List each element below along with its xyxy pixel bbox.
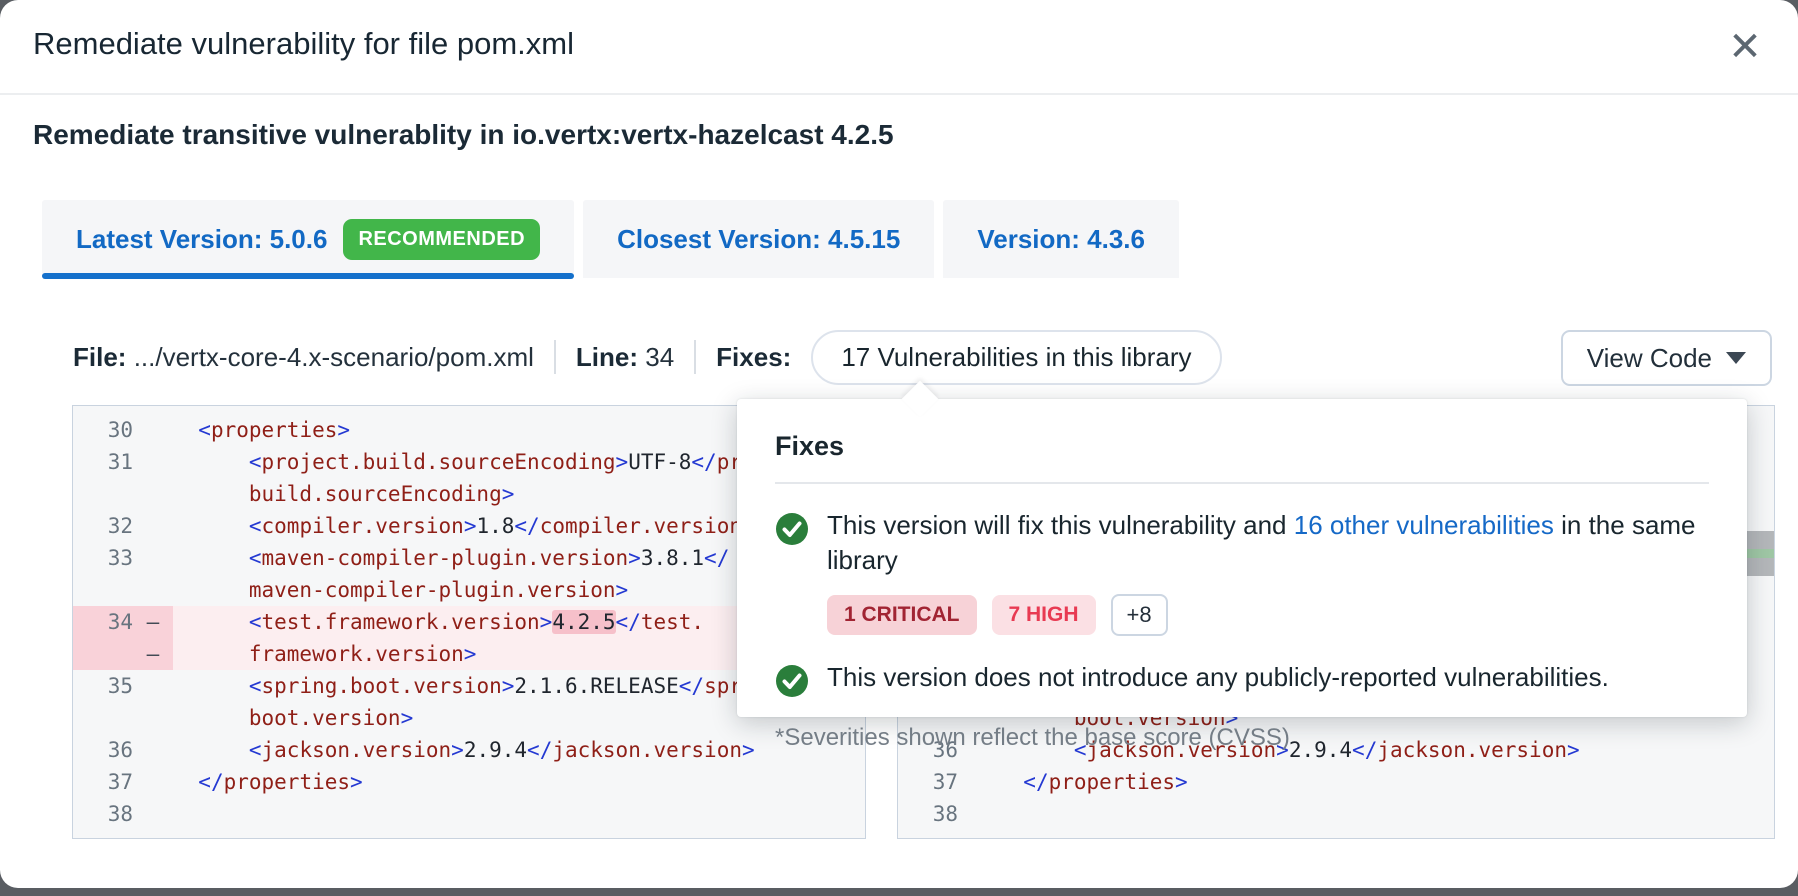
diff-removed-marker [133, 574, 173, 606]
fix-item-2: This version does not introduce any publ… [775, 660, 1709, 698]
recommended-badge: RECOMMENDED [343, 219, 540, 260]
code-line: 36 <jackson.version>2.9.4</jackson.versi… [73, 734, 865, 766]
file-info-row: File: .../vertx-core-4.x-scenario/pom.xm… [73, 330, 1222, 384]
line-number-gutter: 36 [73, 734, 133, 766]
line-number: Line: 34 [576, 342, 674, 373]
line-number-gutter: 34 [73, 606, 133, 638]
check-circle-icon [775, 512, 809, 546]
modal-header: Remediate vulnerability for file pom.xml… [0, 0, 1798, 95]
fix-item-1-text: This version will fix this vulnerability… [827, 508, 1707, 578]
fix-text-pre: This version will fix this vulnerability… [827, 510, 1294, 540]
tab-version-1[interactable]: Latest Version: 5.0.6 RECOMMENDED [42, 200, 574, 278]
remediate-vulnerability-modal: Remediate vulnerability for file pom.xml… [0, 0, 1798, 888]
line-label: Line: [576, 342, 638, 372]
severity-chip-critical: 1 CRITICAL [827, 595, 977, 635]
severity-chip-high: 7 HIGH [992, 595, 1096, 635]
line-number-gutter: 30 [73, 414, 133, 446]
line-number-gutter: 33 [73, 542, 133, 574]
diff-removed-marker [133, 798, 173, 830]
diff-removed-marker [133, 702, 173, 734]
line-number-gutter: 31 [73, 446, 133, 478]
line-number-gutter [73, 638, 133, 670]
diff-removed-marker [133, 542, 173, 574]
line-value: 34 [645, 342, 674, 372]
diff-removed-marker [133, 446, 173, 478]
file-value: .../vertx-core-4.x-scenario/pom.xml [134, 342, 534, 372]
diff-removed-marker [958, 798, 998, 830]
diff-removed-marker: — [133, 638, 173, 670]
line-number-gutter: 38 [898, 798, 958, 830]
divider [694, 340, 696, 374]
severity-chips: 1 CRITICAL 7 HIGH +8 [827, 594, 1709, 636]
line-number-gutter: 32 [73, 510, 133, 542]
diff-removed-marker [133, 510, 173, 542]
code-line: 38 [898, 798, 1774, 830]
code-line: 37 </properties> [73, 766, 865, 798]
diff-removed-marker [133, 734, 173, 766]
line-number-gutter: 38 [73, 798, 133, 830]
file-label: File: [73, 342, 126, 372]
severity-chip-more[interactable]: +8 [1111, 594, 1168, 636]
tab-version-3[interactable]: Version: 4.3.6 [943, 200, 1179, 278]
tab-label: Latest Version: 5.0.6 [76, 224, 327, 255]
diff-removed-marker [133, 478, 173, 510]
cvss-footnote: *Severities shown reflect the base score… [775, 724, 1709, 752]
tab-label: Version: 4.3.6 [977, 224, 1145, 255]
close-icon[interactable]: ✕ [1724, 26, 1766, 68]
divider [775, 482, 1709, 484]
view-code-button[interactable]: View Code [1561, 330, 1772, 386]
scrollbar-thumb[interactable] [1743, 531, 1774, 576]
tab-version-2[interactable]: Closest Version: 4.5.15 [583, 200, 934, 278]
divider [554, 340, 556, 374]
line-number-gutter [73, 478, 133, 510]
diff-removed-marker [958, 766, 998, 798]
view-code-label: View Code [1587, 343, 1712, 374]
code-line: 37 </properties> [898, 766, 1774, 798]
modal-title: Remediate vulnerability for file pom.xml [33, 26, 574, 62]
popover-arrow [902, 381, 939, 418]
code-line: 38 [73, 798, 865, 830]
fix-item-2-text: This version does not introduce any publ… [827, 660, 1609, 695]
vulnerabilities-pill-button[interactable]: 17 Vulnerabilities in this library [811, 330, 1221, 385]
diff-removed-marker: — [133, 606, 173, 638]
tab-label: Closest Version: 4.5.15 [617, 224, 900, 255]
check-circle-icon [775, 664, 809, 698]
chevron-down-icon [1726, 352, 1746, 364]
line-number-gutter: 35 [73, 670, 133, 702]
diff-removed-marker [133, 766, 173, 798]
line-number-gutter: 37 [73, 766, 133, 798]
line-number-gutter: 37 [898, 766, 958, 798]
remediation-subtitle: Remediate transitive vulnerablity in io.… [33, 119, 894, 151]
fixes-label: Fixes: [716, 342, 791, 373]
fix-item-1: This version will fix this vulnerability… [775, 508, 1709, 578]
version-tabs: Latest Version: 5.0.6 RECOMMENDED Closest … [42, 200, 1179, 278]
file-path: File: .../vertx-core-4.x-scenario/pom.xm… [73, 342, 534, 373]
popover-title: Fixes [775, 431, 1709, 462]
line-number-gutter [73, 702, 133, 734]
line-number-gutter [73, 574, 133, 606]
diff-removed-marker [133, 414, 173, 446]
other-vulnerabilities-link[interactable]: 16 other vulnerabilities [1294, 510, 1554, 540]
fixes-popover: Fixes This version will fix this vulnera… [737, 399, 1747, 717]
diff-removed-marker [133, 670, 173, 702]
